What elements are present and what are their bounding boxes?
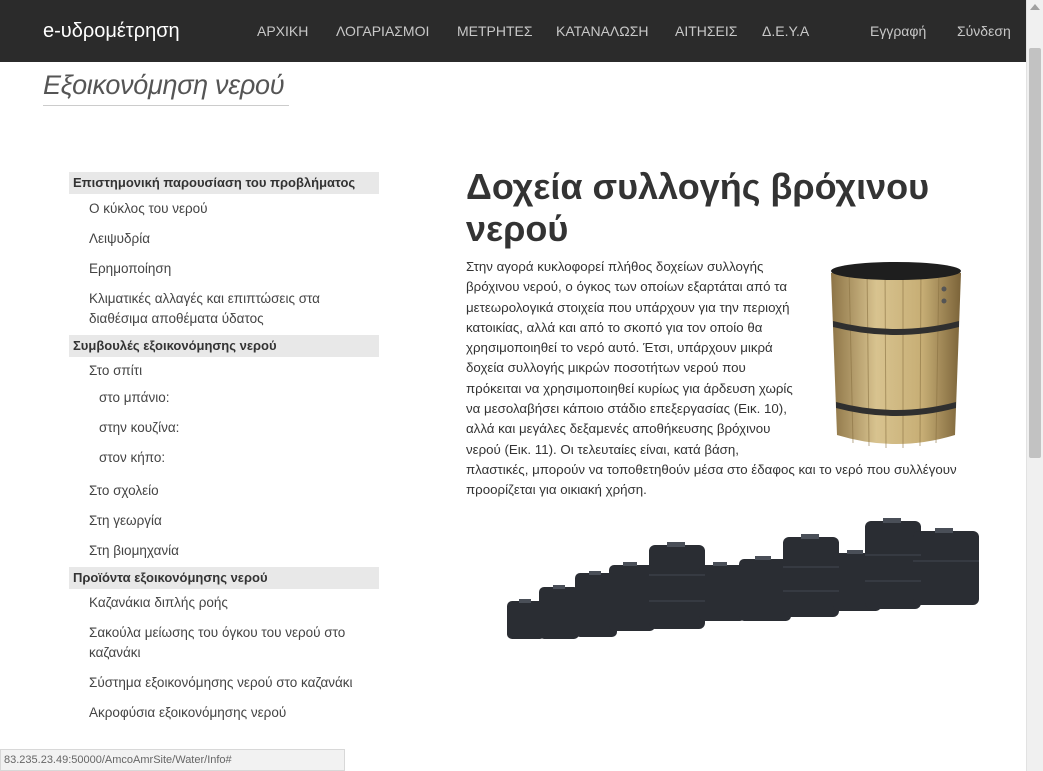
sidebar-item-nozzles[interactable]: Ακροφύσια εξοικονόμησης νερού (69, 703, 379, 723)
page-title: Εξοικονόμηση νερού (43, 70, 285, 100)
scroll-up-arrow-icon[interactable] (1030, 4, 1040, 10)
page-title-underline (43, 105, 289, 106)
browser-status-url: 83.235.23.49:50000/AmcoAmrSite/Water/Inf… (0, 749, 345, 771)
nav-home[interactable]: ΑΡΧΙΚΗ (257, 23, 308, 39)
brand-logo[interactable]: e-υδρομέτρηση (43, 20, 180, 43)
sidebar-item-dual-flush[interactable]: Καζανάκια διπλής ροής (69, 593, 379, 613)
sidebar-nav: Επιστημονική παρουσίαση του προβλήματος … (69, 172, 379, 723)
sidebar-item-industry[interactable]: Στη βιομηχανία (69, 541, 379, 561)
nav-deya[interactable]: Δ.Ε.Υ.Α (762, 23, 809, 39)
wooden-rain-barrel-image (831, 262, 961, 449)
vertical-scrollbar[interactable] (1026, 0, 1043, 771)
article-heading: Δοχεία συλλογής βρόχινου νερού (466, 166, 930, 249)
sidebar-subitem-bathroom[interactable]: στο μπάνιο: (69, 388, 379, 408)
nav-login[interactable]: Σύνδεση (957, 23, 1011, 39)
nav-requests[interactable]: ΑΙΤΗΣΕΙΣ (675, 23, 737, 39)
sidebar-item-home[interactable]: Στο σπίτι (69, 361, 379, 381)
nav-register[interactable]: Εγγραφή (870, 23, 926, 39)
scroll-thumb[interactable] (1029, 48, 1041, 458)
sidebar-item-desertification[interactable]: Ερημοποίηση (69, 259, 379, 279)
top-navbar: e-υδρομέτρηση ΑΡΧΙΚΗ ΛΟΓΑΡΙΑΣΜΟΙ ΜΕΤΡΗΤΕ… (0, 0, 1026, 62)
nav-consumption[interactable]: ΚΑΤΑΝΑΛΩΣΗ (556, 23, 649, 39)
sidebar-section-science: Επιστημονική παρουσίαση του προβλήματος (69, 172, 379, 194)
plastic-water-tanks-image (507, 518, 979, 639)
sidebar-item-school[interactable]: Στο σχολείο (69, 481, 379, 501)
sidebar-item-climate-change[interactable]: Κλιματικές αλλαγές και επιπτώσεις στα δι… (69, 289, 379, 329)
sidebar-subitem-kitchen[interactable]: στην κουζίνα: (69, 418, 379, 438)
sidebar-section-tips: Συμβουλές εξοικονόμησης νερού (69, 335, 379, 357)
sidebar-item-water-cycle[interactable]: Ο κύκλος του νερού (69, 199, 379, 219)
sidebar-section-products: Προϊόντα εξοικονόμησης νερού (69, 567, 379, 589)
nav-accounts[interactable]: ΛΟΓΑΡΙΑΣΜΟΙ (336, 23, 429, 39)
sidebar-item-volume-bag[interactable]: Σακούλα μείωσης του όγκου του νερού στο … (69, 623, 379, 663)
sidebar-item-agriculture[interactable]: Στη γεωργία (69, 511, 379, 531)
sidebar-subitem-garden[interactable]: στον κήπο: (69, 448, 379, 468)
nav-meters[interactable]: ΜΕΤΡΗΤΕΣ (457, 23, 533, 39)
sidebar-item-cistern-system[interactable]: Σύστημα εξοικονόμησης νερού στο καζανάκι (69, 673, 379, 693)
sidebar-item-water-scarcity[interactable]: Λειψυδρία (69, 229, 379, 249)
article-body-container: Στην αγορά κυκλοφορεί πλήθος δοχείων συλ… (466, 257, 981, 501)
